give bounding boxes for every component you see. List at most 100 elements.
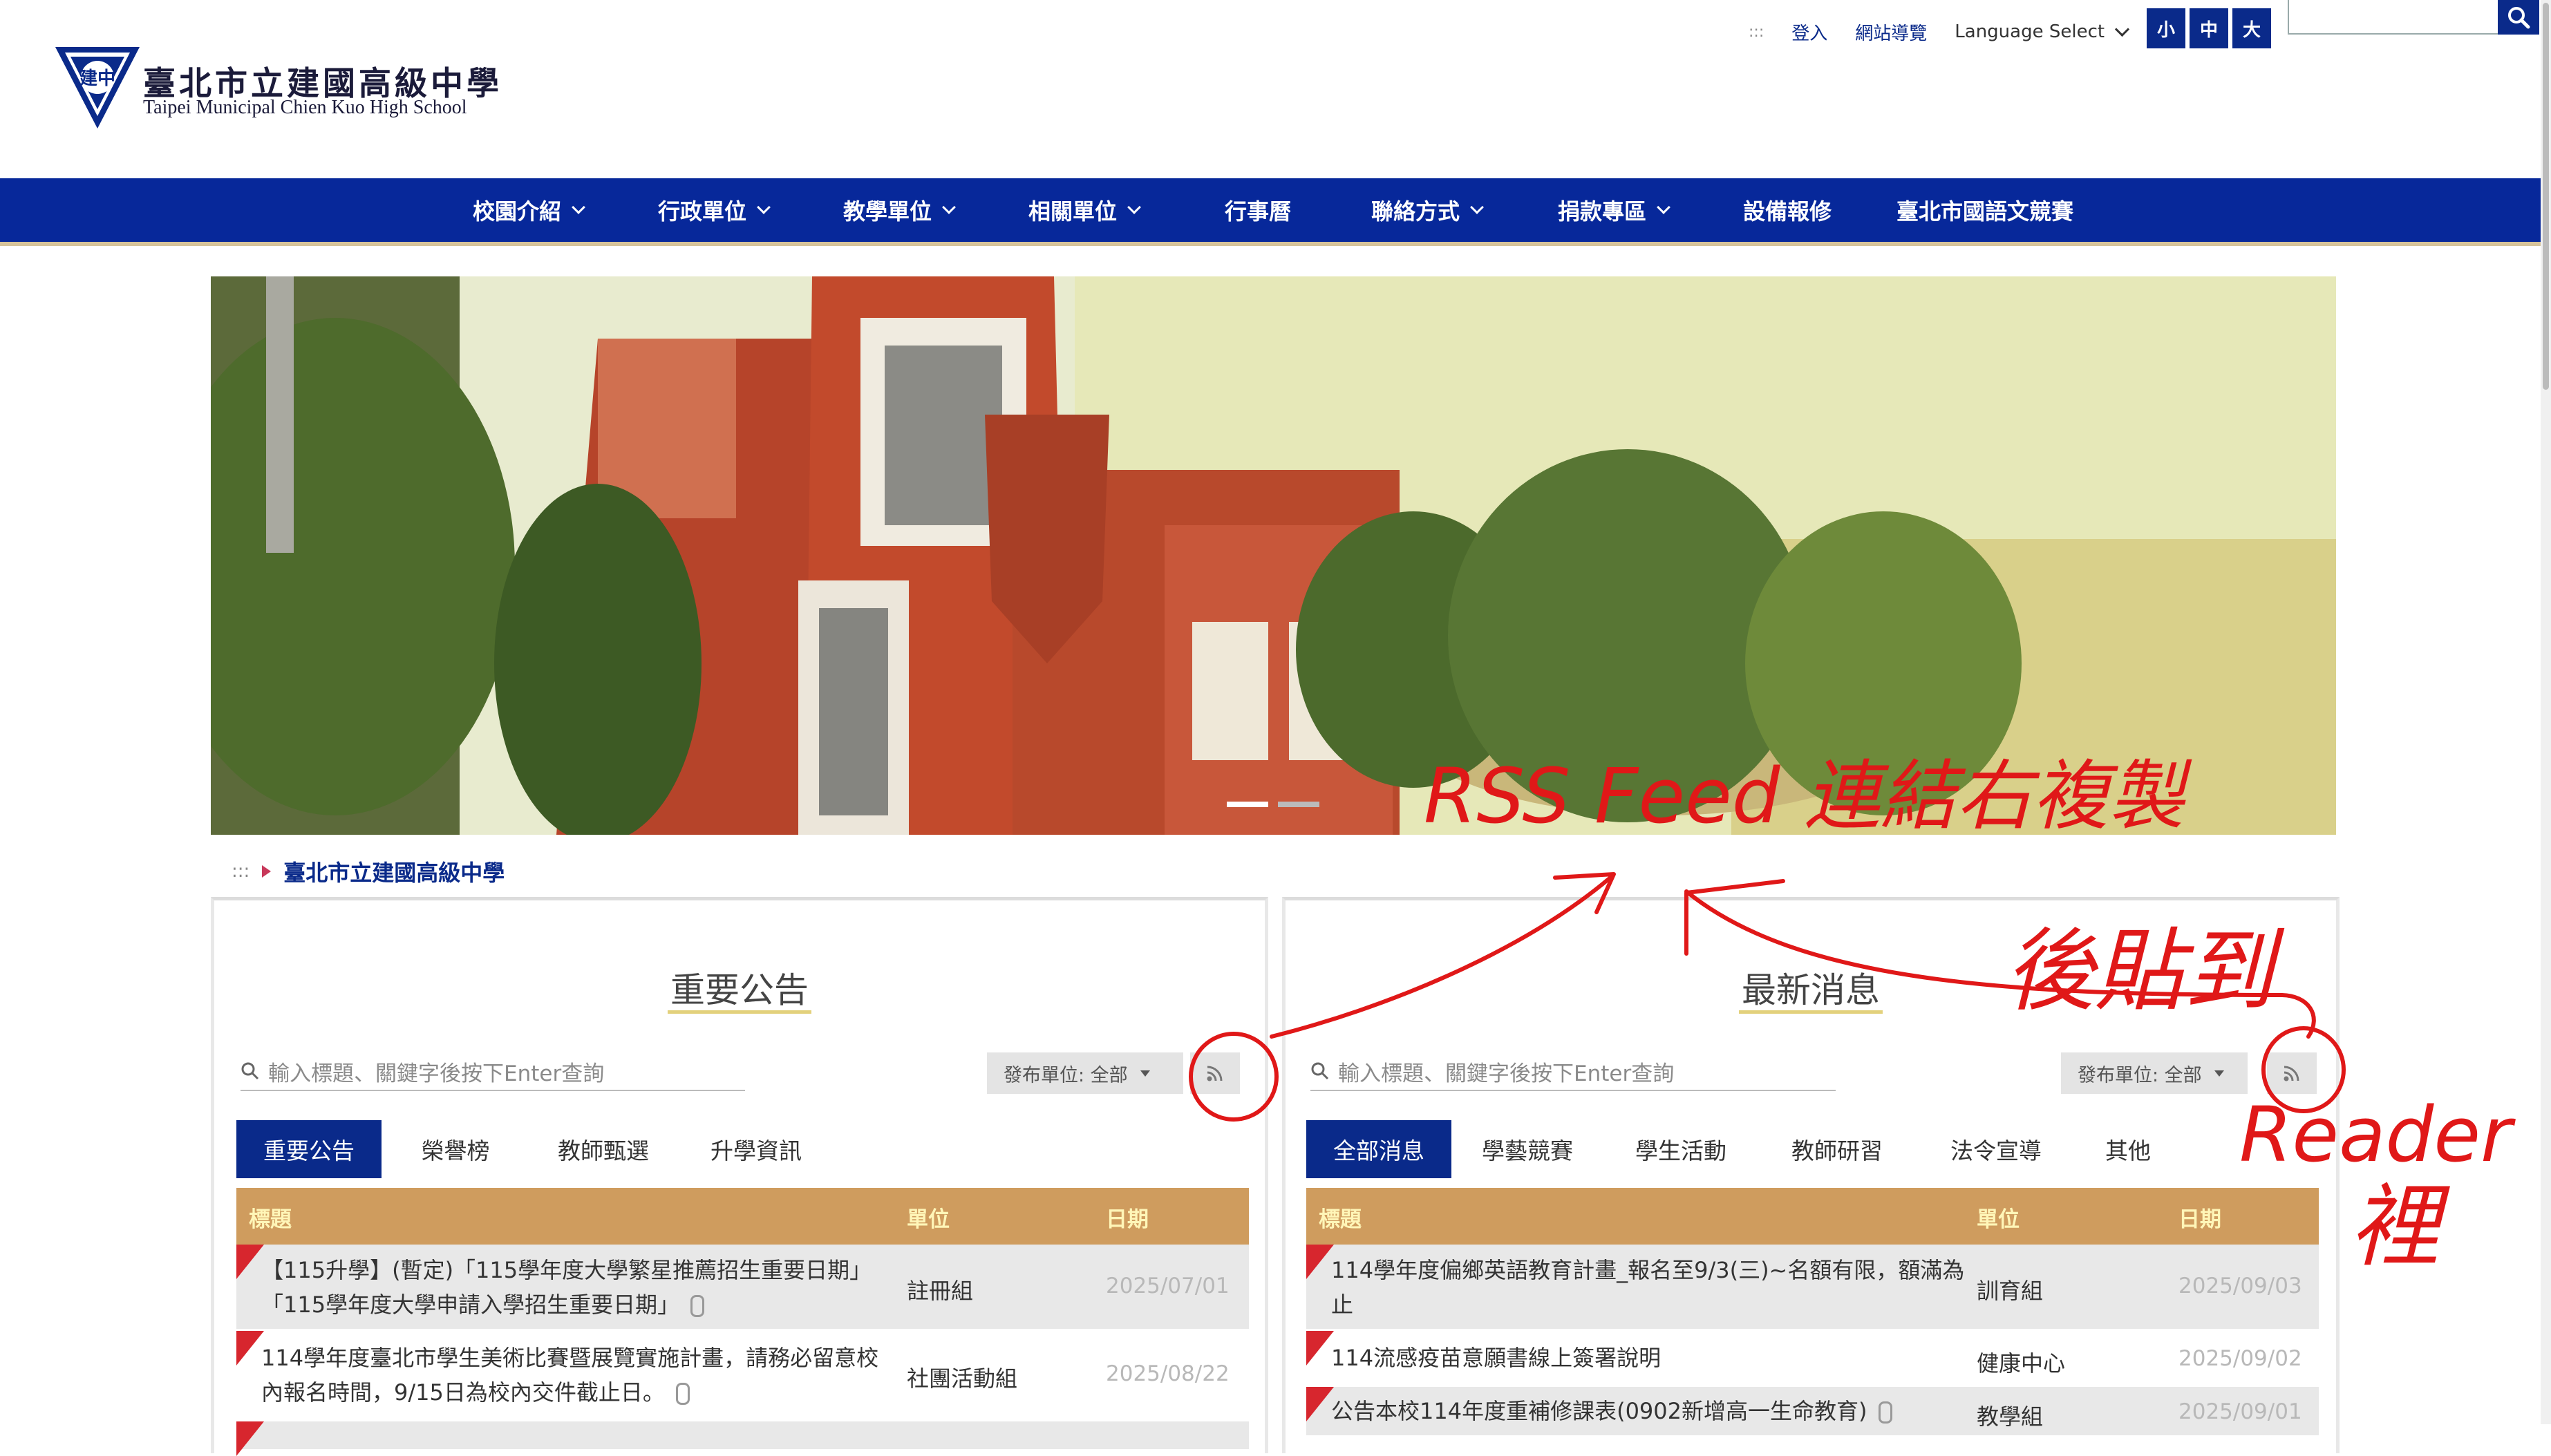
col-date: 日期 xyxy=(2178,1207,2221,1232)
announcements-search-input[interactable]: 輸入標題、關鍵字後按下Enter查詢 xyxy=(241,1052,745,1091)
table-row[interactable]: 114流感疫苗意願書線上簽署說明 健康中心 2025/09/02 xyxy=(1306,1331,2319,1387)
tab-teacher-training[interactable]: 教師研習 xyxy=(1758,1120,1916,1178)
login-link[interactable]: 登入 xyxy=(1791,19,1827,45)
nav-item-teaching[interactable]: 教學單位 xyxy=(843,178,956,242)
row-title[interactable]: 114學年度偏鄉英語教育計畫_報名至9/3(三)~名額有限，額滿為止 xyxy=(1331,1253,1967,1322)
announcements-title: 重要公告 xyxy=(668,970,811,1014)
nav-item-related[interactable]: 相關單位 xyxy=(1028,178,1141,242)
nav-item-admin[interactable]: 行政單位 xyxy=(658,178,771,242)
banner-pagination xyxy=(1227,802,1319,807)
col-date: 日期 xyxy=(1106,1207,1149,1232)
row-date: 2025/08/22 xyxy=(1106,1361,1230,1386)
chevron-down-icon xyxy=(1657,200,1670,214)
chevron-down-icon xyxy=(572,200,585,214)
nav-item-campus[interactable]: 校園介紹 xyxy=(473,178,585,242)
row-unit: 教學組 xyxy=(1977,1403,2044,1430)
table-header: 標題 單位 日期 xyxy=(1306,1188,2319,1245)
pinned-flag-icon xyxy=(236,1421,264,1456)
nav-item-contact[interactable]: 聯絡方式 xyxy=(1371,178,1484,242)
search-icon xyxy=(241,1062,259,1080)
search-icon xyxy=(2508,7,2530,29)
site-search-input[interactable] xyxy=(2288,0,2499,35)
table-row[interactable]: 公告本校114年度重補修課表(0902新增高一生命教育) 教學組 2025/09… xyxy=(1306,1387,2319,1437)
font-size-large-button[interactable]: 大 xyxy=(2232,8,2271,48)
latest-news-unit-filter[interactable]: 發布單位: 全部 xyxy=(2061,1052,2248,1094)
banner-dot[interactable] xyxy=(1227,802,1268,807)
font-size-medium-button[interactable]: 中 xyxy=(2190,8,2228,48)
latest-news-tabs: 全部消息 學藝競賽 學生活動 教師研習 法令宣導 其他 xyxy=(1306,1120,2180,1178)
col-title: 標題 xyxy=(249,1207,292,1232)
row-date: 2025/07/01 xyxy=(1106,1274,1230,1298)
table-row[interactable]: 114學年度臺北市學生美術比賽暨展覽實施計畫，請務必留意校內報名時間，9/15日… xyxy=(236,1331,1249,1421)
breadcrumb-home-link[interactable]: 臺北市立建國高級中學 xyxy=(283,855,505,887)
attachment-icon xyxy=(1878,1401,1892,1424)
nav-label: 教學單位 xyxy=(843,198,932,225)
nav-label: 聯絡方式 xyxy=(1371,198,1460,225)
attachment-icon xyxy=(675,1383,690,1405)
announcements-unit-filter[interactable]: 發布單位: 全部 xyxy=(987,1052,1183,1094)
school-logo[interactable]: 建中 xyxy=(53,43,142,133)
col-title: 標題 xyxy=(1319,1207,1362,1232)
hero-banner[interactable] xyxy=(211,276,2336,835)
font-size-small-button[interactable]: 小 xyxy=(2147,8,2185,48)
language-select[interactable]: Language Select xyxy=(1955,21,2130,42)
tab-all-news[interactable]: 全部消息 xyxy=(1306,1120,1451,1178)
nav-item-repair[interactable]: 設備報修 xyxy=(1743,178,1832,242)
rss-icon xyxy=(1207,1066,1223,1081)
tab-academic-contest[interactable]: 學藝競賽 xyxy=(1451,1120,1603,1178)
row-date: 2025/09/03 xyxy=(2178,1274,2302,1298)
caret-down-icon xyxy=(1140,1070,1150,1077)
nav-item-competition[interactable]: 臺北市國語文競賽 xyxy=(1896,178,2073,242)
site-search-button[interactable] xyxy=(2498,0,2539,35)
breadcrumb-arrow-icon xyxy=(262,865,272,878)
table-row[interactable]: 114學年度偏鄉英語教育計畫_報名至9/3(三)~名額有限，額滿為止 訓育組 2… xyxy=(1306,1245,2319,1331)
caret-down-icon xyxy=(2214,1070,2224,1077)
latest-news-panel: 最新消息 輸入標題、關鍵字後按下Enter查詢 發布單位: 全部 全部消息 學藝… xyxy=(1282,897,2340,1453)
pinned-flag-icon xyxy=(236,1331,264,1365)
logo-text: 建中 xyxy=(79,68,115,89)
tab-other[interactable]: 其他 xyxy=(2076,1120,2180,1178)
table-row[interactable] xyxy=(236,1421,1249,1456)
banner-dot[interactable] xyxy=(1278,802,1319,807)
tab-law-promotion[interactable]: 法令宣導 xyxy=(1916,1120,2076,1178)
sitemap-link[interactable]: 網站導覽 xyxy=(1855,19,1927,45)
row-title[interactable]: 【115升學】(暫定)「115學年度大學繁星推薦招生重要日期」「115學年度大學… xyxy=(261,1253,883,1322)
row-title[interactable]: 114流感疫苗意願書線上簽署說明 xyxy=(1331,1341,1967,1375)
chevron-down-icon xyxy=(1470,200,1484,214)
announcements-rss-button[interactable] xyxy=(1190,1052,1240,1094)
tab-honor-roll[interactable]: 榮譽榜 xyxy=(382,1120,529,1178)
latest-news-table: 標題 單位 日期 114學年度偏鄉英語教育計畫_報名至9/3(三)~名額有限，額… xyxy=(1306,1188,2319,1437)
chevron-down-icon xyxy=(1127,200,1141,214)
row-title[interactable]: 114學年度臺北市學生美術比賽暨展覽實施計畫，請務必留意校內報名時間，9/15日… xyxy=(261,1341,883,1410)
table-header: 標題 單位 日期 xyxy=(236,1188,1249,1245)
tab-student-activity[interactable]: 學生活動 xyxy=(1603,1120,1758,1178)
row-date: 2025/09/01 xyxy=(2178,1399,2302,1424)
tab-admission[interactable]: 升學資訊 xyxy=(677,1120,835,1178)
language-select-label: Language Select xyxy=(1955,21,2105,42)
col-unit: 單位 xyxy=(907,1207,950,1232)
tab-teacher-recruit[interactable]: 教師甄選 xyxy=(529,1120,677,1178)
table-row[interactable]: 【115升學】(暫定)「115學年度大學繁星推薦招生重要日期」「115學年度大學… xyxy=(236,1245,1249,1331)
row-title-text: 公告本校114年度重補修課表(0902新增高一生命教育) xyxy=(1331,1398,1867,1424)
page-scrollbar[interactable] xyxy=(2541,0,2551,1424)
filter-label: 發布單位: 全部 xyxy=(2078,1064,2202,1086)
campus-building-photo xyxy=(211,276,2336,835)
filter-label: 發布單位: 全部 xyxy=(1004,1064,1128,1086)
nav-item-calendar[interactable]: 行事曆 xyxy=(1225,178,1291,242)
breadcrumb: ::: 臺北市立建國高級中學 xyxy=(232,855,505,887)
latest-news-rss-button[interactable] xyxy=(2267,1052,2317,1094)
col-unit: 單位 xyxy=(1977,1207,2020,1232)
row-unit: 健康中心 xyxy=(1977,1350,2066,1377)
tab-important[interactable]: 重要公告 xyxy=(236,1120,382,1178)
nav-label: 臺北市國語文競賽 xyxy=(1896,198,2074,225)
scrollbar-thumb[interactable] xyxy=(2543,3,2549,390)
main-nav: 校園介紹 行政單位 教學單位 相關單位 行事曆 聯絡方式 捐款專區 設備報修 臺… xyxy=(0,178,2541,246)
pinned-flag-icon xyxy=(1306,1387,1334,1421)
nav-item-donation[interactable]: 捐款專區 xyxy=(1558,178,1670,242)
school-name-en[interactable]: Taipei Municipal Chien Kuo High School xyxy=(143,97,467,119)
latest-news-search-input[interactable]: 輸入標題、關鍵字後按下Enter查詢 xyxy=(1310,1052,1836,1091)
accesskey-link[interactable]: ::: xyxy=(1749,23,1764,41)
chevron-down-icon xyxy=(757,200,771,214)
row-title[interactable]: 公告本校114年度重補修課表(0902新增高一生命教育) xyxy=(1331,1394,1967,1428)
breadcrumb-accesskey[interactable]: ::: xyxy=(232,861,250,882)
